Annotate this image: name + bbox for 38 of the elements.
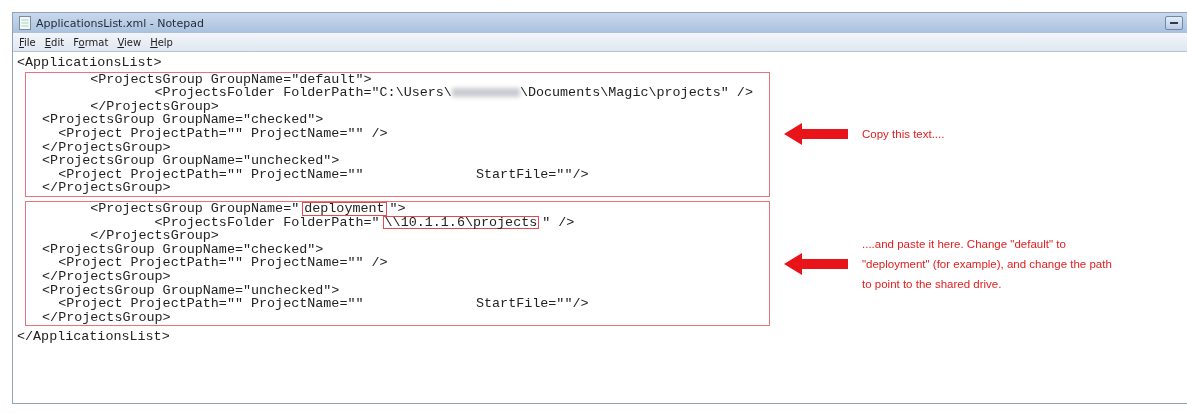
code-text: <ProjectsGroup GroupName="checked"> (41, 241, 324, 257)
code-text: </ProjectsGroup> (41, 139, 171, 155)
menu-item[interactable]: View (117, 36, 142, 48)
code-text: <Project ProjectPath="" ProjectName="" /> (58, 255, 388, 271)
minimize-button[interactable] (1165, 16, 1183, 30)
code-text: </ProjectsGroup> (41, 268, 171, 284)
code-line: </ApplicationsList> (17, 330, 171, 344)
menu-item[interactable]: Format (73, 36, 109, 48)
left-arrow-icon (784, 252, 848, 275)
code-text: <ProjectsGroup GroupName="unchecked"> (41, 282, 340, 298)
menu-item[interactable]: Help (150, 36, 173, 48)
code-text: <ProjectsGroup GroupName="default"> (89, 71, 372, 87)
code-text: </ProjectsGroup> (90, 228, 219, 244)
code-text: <ProjectsGroup GroupName="checked"> (41, 112, 324, 128)
highlighted-code: deployment (302, 201, 387, 216)
highlighted-code: \\10.1.1.6\projects (382, 215, 540, 230)
code-line: <ApplicationsList> (17, 56, 163, 70)
window-title: ApplicationsList.xml - Notepad (36, 16, 204, 30)
code-text: <ProjectsGroup GroupName="unchecked"> (41, 153, 340, 169)
code-text: \Documents\Magic\projects" /> (519, 85, 753, 101)
blurred-text (451, 88, 520, 98)
left-arrow-icon (784, 123, 848, 146)
menu-item[interactable]: Edit (44, 36, 65, 48)
code-text: <ProjectsFolder FolderPath=" (154, 214, 380, 230)
code-text: </ProjectsGroup> (41, 309, 171, 325)
code-text: </ProjectsGroup> (90, 98, 219, 114)
annotation-text: Copy this text.... (862, 127, 946, 143)
code-text: <Project ProjectPath="" ProjectName="" /> (58, 125, 388, 141)
code-text: <Project ProjectPath="" ProjectName="" StartFile=""/> (58, 296, 589, 312)
code-text: " /> (542, 214, 575, 230)
menu-item[interactable]: File (19, 36, 36, 48)
code-text: <Project ProjectPath="" ProjectName="" StartFile=""/> (58, 166, 589, 182)
annotation-text: ....and paste it here. Change "default" to "deployment" (for example), and change the path to point to the shared drive. (862, 236, 1113, 292)
code-text: <ProjectsFolder FolderPath="C:\Users\ (154, 85, 452, 101)
notepad-icon (19, 16, 31, 30)
code-text: </ProjectsGroup> (41, 180, 171, 196)
code-text: "> (389, 200, 406, 216)
code-text: <ProjectsGroup GroupName=" (89, 200, 300, 216)
